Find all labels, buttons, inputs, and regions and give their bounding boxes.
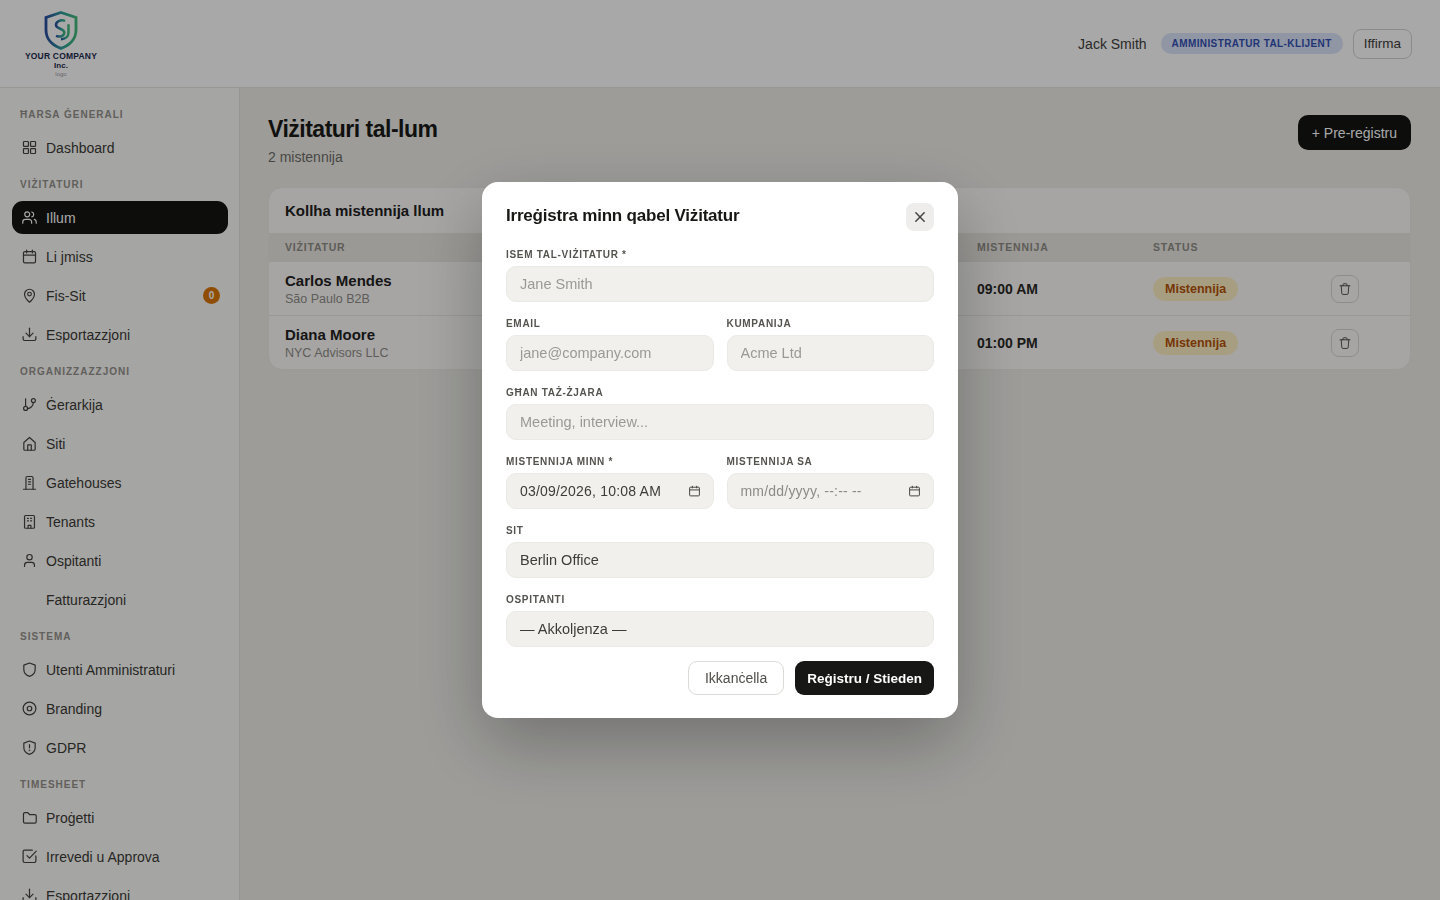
expected-to-label: MISTENNIJA SA — [727, 455, 935, 468]
purpose-input[interactable] — [506, 404, 934, 440]
calendar-icon[interactable] — [908, 485, 921, 498]
modal-title: Irreġistra minn qabel Viżitatur — [506, 203, 739, 229]
email-input[interactable] — [506, 335, 714, 371]
purpose-label: GĦAN TAŻ-ŻJARA — [506, 386, 934, 399]
visitor-name-input[interactable] — [506, 266, 934, 302]
site-select[interactable]: Berlin Office — [506, 542, 934, 578]
email-label: EMAIL — [506, 317, 714, 330]
close-button[interactable] — [906, 203, 934, 231]
calendar-icon[interactable] — [688, 485, 701, 498]
hosts-label: OSPITANTI — [506, 593, 934, 606]
site-label: SIT — [506, 524, 934, 537]
company-input[interactable] — [727, 335, 935, 371]
expected-from-input[interactable] — [506, 473, 714, 509]
close-icon — [915, 212, 925, 222]
company-label: KUMPANIJA — [727, 317, 935, 330]
expected-from-label: MISTENNIJA MINN * — [506, 455, 714, 468]
visitor-name-label: ISEM TAL-VIŻITATUR * — [506, 248, 934, 261]
submit-button[interactable]: Reġistru / Stieden — [795, 661, 934, 695]
hosts-select[interactable]: — Akkoljenza — — [506, 611, 934, 647]
cancel-button[interactable]: Ikkanċella — [688, 661, 784, 695]
expected-to-input[interactable] — [727, 473, 935, 509]
preregister-modal: Irreġistra minn qabel Viżitatur ISEM TAL… — [482, 182, 958, 718]
